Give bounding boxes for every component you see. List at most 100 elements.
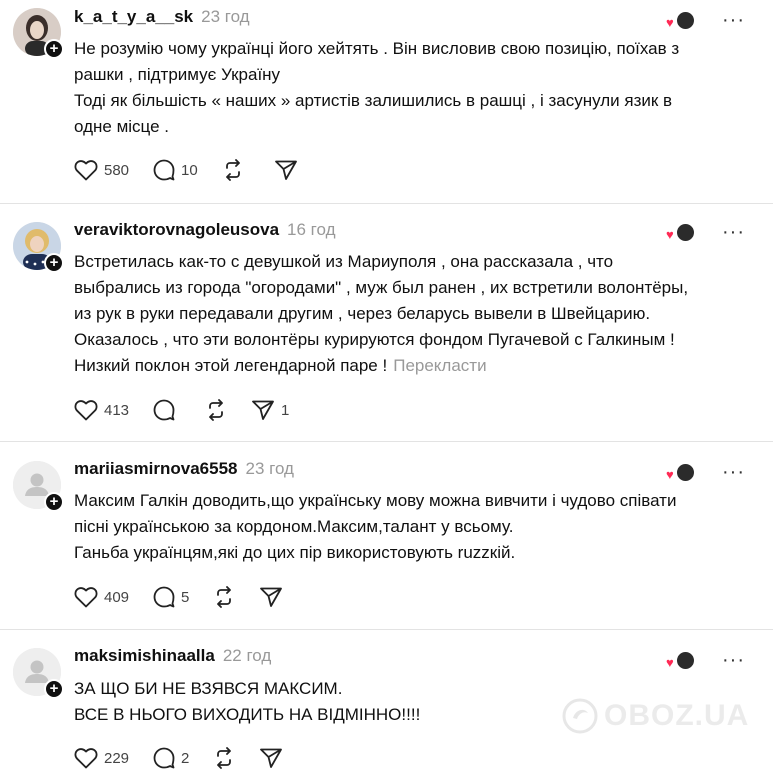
follow-plus-icon[interactable]: + — [44, 492, 64, 512]
post-header-actions: ♥ ··· — [666, 8, 745, 32]
share-button[interactable] — [259, 584, 283, 610]
like-button[interactable]: 580 — [74, 157, 129, 183]
avatar-container[interactable]: + — [13, 648, 64, 699]
username[interactable]: k_a_t_y_a__sk — [74, 7, 193, 27]
post-header: mariiasmirnova6558 23 год — [74, 459, 294, 483]
timestamp[interactable]: 23 год — [246, 459, 294, 479]
timestamp[interactable]: 22 год — [223, 646, 271, 666]
send-paper-plane-icon — [260, 748, 283, 768]
post-text-line: Встретилась как-то с девушкой из Мариупо… — [74, 252, 614, 271]
post-actions: 413 1 — [74, 397, 313, 423]
heart-badge-icon: ♥ — [666, 467, 674, 482]
reaction-avatars: ♥ — [666, 9, 700, 31]
reply-count: 10 — [181, 161, 198, 179]
reply-count: 2 — [181, 749, 190, 767]
share-count: 1 — [281, 401, 290, 419]
more-dots-icon[interactable]: ··· — [722, 462, 745, 482]
like-button[interactable]: 413 — [74, 397, 129, 423]
heart-badge-icon: ♥ — [666, 227, 674, 242]
repost-arrows-icon — [209, 399, 223, 421]
post-text-line: Ганьба українцям,які до цих пір використ… — [74, 543, 516, 562]
like-button[interactable]: 229 — [74, 745, 129, 771]
watermark-logo-icon — [562, 698, 598, 734]
speech-bubble-icon — [153, 586, 175, 608]
like-count: 413 — [104, 401, 130, 419]
like-count: 229 — [104, 749, 130, 767]
repost-button[interactable] — [222, 157, 250, 183]
post-text-line-content: Низкий поклон этой легендарной паре ! — [74, 356, 388, 375]
post-text-line: рашки , підтримує Україну — [74, 65, 281, 84]
post-header-actions: ♥ ··· — [666, 648, 745, 672]
reactor-avatar — [676, 651, 696, 670]
comment-post: + veraviktorovnagoleusova 16 год ♥ ··· В… — [0, 204, 773, 441]
heart-outline-icon — [74, 400, 98, 421]
avatar-container[interactable]: + — [13, 8, 64, 59]
post-actions: 409 5 — [74, 584, 307, 610]
follow-plus-icon[interactable]: + — [44, 39, 64, 59]
more-dots-icon[interactable]: ··· — [722, 10, 745, 30]
watermark: OBOZ.UA — [562, 698, 749, 734]
avatar-container[interactable]: + — [13, 222, 64, 273]
post-text: Максим Галкін доводить,що українську мов… — [74, 488, 754, 566]
post-text-line: выбрались из города "огородами" , муж бы… — [74, 278, 689, 297]
like-button[interactable]: 409 — [74, 584, 129, 610]
reaction-avatars: ♥ — [666, 221, 700, 243]
reactor-avatar — [676, 11, 696, 30]
share-button[interactable] — [259, 745, 283, 771]
share-button[interactable] — [274, 157, 298, 183]
speech-bubble-icon — [153, 159, 175, 181]
repost-arrows-icon — [217, 586, 232, 608]
post-text-line: Оказалось , что эти волонтёры курируются… — [74, 330, 675, 349]
repost-button[interactable] — [213, 745, 235, 771]
heart-badge-icon: ♥ — [666, 655, 674, 670]
post-header: veraviktorovnagoleusova 16 год — [74, 220, 336, 244]
timestamp[interactable]: 23 год — [201, 7, 249, 27]
post-text-line: Тоді як більшість « наших » артистів зал… — [74, 91, 673, 110]
watermark-text: OBOZ.UA — [604, 699, 750, 732]
reply-button[interactable]: 5 — [153, 584, 189, 610]
translate-link[interactable]: Перекласти — [393, 356, 486, 375]
username[interactable]: veraviktorovnagoleusova — [74, 220, 279, 240]
like-count: 580 — [104, 161, 130, 179]
post-text-line: пісні українською за кордоном.Максим,тал… — [74, 517, 514, 536]
post-actions: 229 2 — [74, 745, 307, 771]
avatar-container[interactable]: + — [13, 461, 64, 512]
heart-outline-icon — [74, 587, 98, 608]
username[interactable]: maksimishinaalla — [74, 646, 215, 666]
comment-post: + k_a_t_y_a__sk 23 год ♥ ··· Не розумію … — [0, 0, 773, 203]
heart-badge-icon: ♥ — [666, 15, 674, 30]
more-dots-icon[interactable]: ··· — [722, 222, 745, 242]
post-text: Встретилась как-то с девушкой из Мариупо… — [74, 249, 754, 379]
send-paper-plane-icon — [274, 160, 297, 180]
post-text-line: одне місце . — [74, 117, 169, 136]
heart-outline-icon — [74, 160, 98, 181]
more-dots-icon[interactable]: ··· — [722, 650, 745, 670]
post-header-actions: ♥ ··· — [666, 220, 745, 244]
reaction-avatars: ♥ — [666, 649, 700, 671]
repost-arrows-icon — [217, 747, 232, 769]
reactor-avatar — [676, 223, 696, 242]
like-count: 409 — [104, 588, 130, 606]
heart-outline-icon — [74, 748, 98, 769]
speech-bubble-icon — [153, 399, 175, 421]
timestamp[interactable]: 16 год — [287, 220, 335, 240]
speech-bubble-icon — [153, 747, 175, 769]
username[interactable]: mariiasmirnova6558 — [74, 459, 238, 479]
post-text: Не розумію чому українці його хейтять . … — [74, 36, 754, 140]
reactor-avatar — [676, 463, 696, 482]
reply-button[interactable] — [153, 397, 181, 423]
post-actions: 580 10 — [74, 157, 322, 183]
repost-button[interactable] — [213, 584, 235, 610]
repost-button[interactable] — [205, 397, 227, 423]
post-header: maksimishinaalla 22 год — [74, 646, 271, 670]
follow-plus-icon[interactable]: + — [44, 253, 64, 273]
post-text-line: из рук в руки передавали другим , через … — [74, 304, 651, 323]
post-text-line: Не розумію чому українці його хейтять . … — [74, 39, 680, 58]
post-header-actions: ♥ ··· — [666, 460, 745, 484]
send-paper-plane-icon — [252, 400, 274, 420]
reply-button[interactable]: 10 — [153, 157, 198, 183]
reply-count: 5 — [181, 588, 190, 606]
follow-plus-icon[interactable]: + — [44, 679, 64, 699]
share-button[interactable]: 1 — [251, 397, 289, 423]
reply-button[interactable]: 2 — [153, 745, 189, 771]
